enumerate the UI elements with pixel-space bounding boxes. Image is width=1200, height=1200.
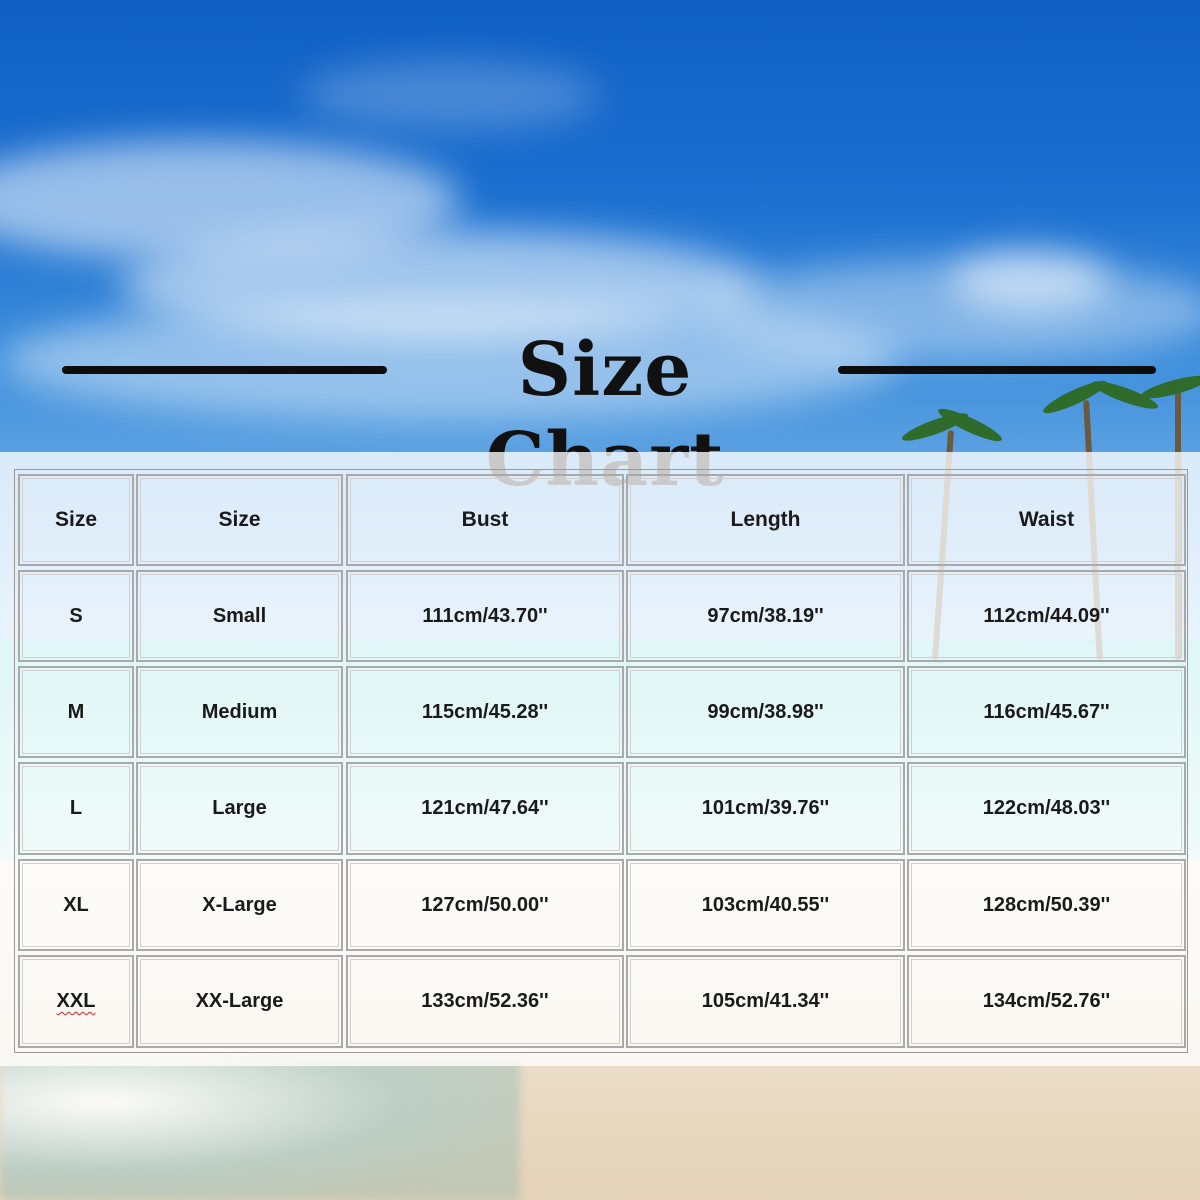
table-cell: M — [18, 666, 134, 758]
title-rule-left — [62, 366, 387, 374]
table-cell: S — [18, 570, 134, 662]
table-cell: 111cm/43.70'' — [346, 570, 624, 662]
sea-foam — [0, 1060, 520, 1200]
table-cell: 134cm/52.76'' — [907, 955, 1186, 1048]
header-waist: Waist — [907, 474, 1186, 566]
table-cell: 112cm/44.09'' — [907, 570, 1186, 662]
table-cell: X-Large — [136, 859, 343, 951]
table-cell: 105cm/41.34'' — [626, 955, 905, 1048]
table-cell: 116cm/45.67'' — [907, 666, 1186, 758]
header-size-code: Size — [18, 474, 134, 566]
table-cell: 128cm/50.39'' — [907, 859, 1186, 951]
title-rule-right — [838, 366, 1156, 374]
table-cell: 121cm/47.64'' — [346, 762, 624, 855]
table-cell: L — [18, 762, 134, 855]
table-cell: 133cm/52.36'' — [346, 955, 624, 1048]
table-cell: Medium — [136, 666, 343, 758]
table-cell: XX-Large — [136, 955, 343, 1048]
size-table: Size Size Bust Length Waist S Small 111c… — [14, 469, 1188, 1053]
table-cell: XXL — [18, 955, 134, 1048]
table-cell: 103cm/40.55'' — [626, 859, 905, 951]
size-code-xxl: XXL — [56, 990, 96, 1012]
header-length: Length — [626, 474, 905, 566]
table-cell: 122cm/48.03'' — [907, 762, 1186, 855]
header-size-name: Size — [136, 474, 343, 566]
table-cell: 101cm/39.76'' — [626, 762, 905, 855]
table-cell: 97cm/38.19'' — [626, 570, 905, 662]
table-cell: 99cm/38.98'' — [626, 666, 905, 758]
table-cell: 115cm/45.28'' — [346, 666, 624, 758]
table-cell: 127cm/50.00'' — [346, 859, 624, 951]
table-cell: Large — [136, 762, 343, 855]
table-cell: XL — [18, 859, 134, 951]
page-title: Size Chart — [486, 327, 724, 503]
title-row: Size Chart — [0, 325, 1200, 503]
table-cell: Small — [136, 570, 343, 662]
header-bust: Bust — [346, 474, 624, 566]
